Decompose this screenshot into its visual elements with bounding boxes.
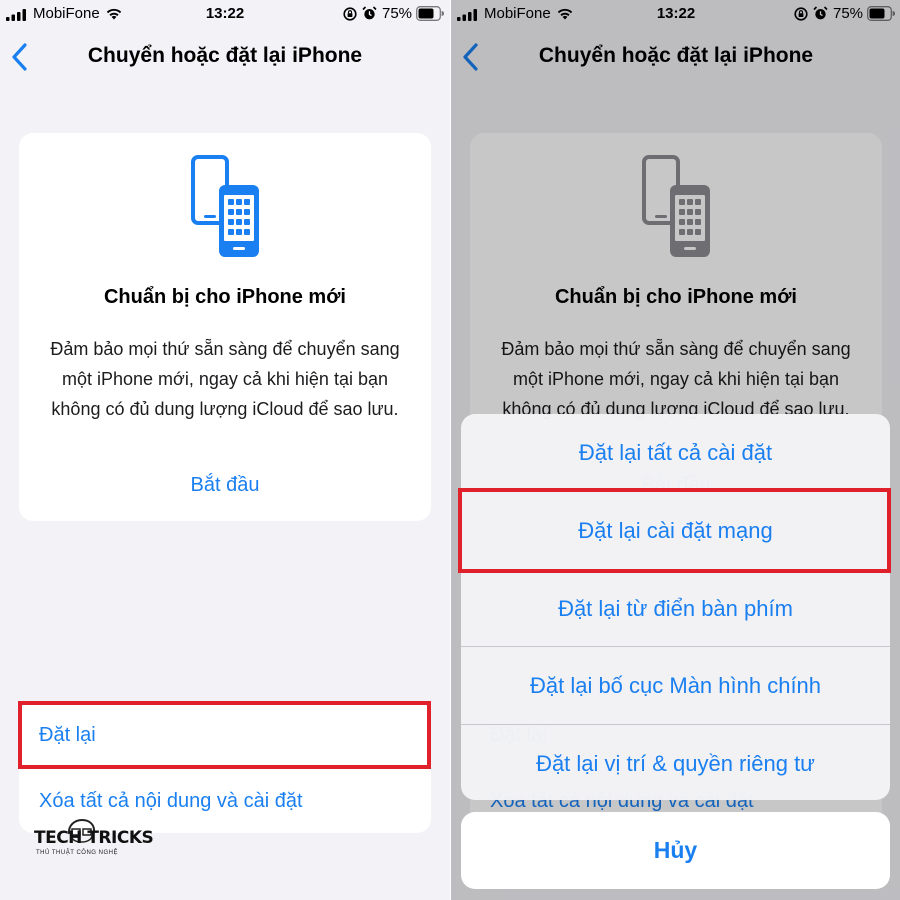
status-bar: MobiFone 13:22 75% bbox=[0, 0, 450, 30]
two-phones-icon bbox=[191, 155, 259, 257]
cellular-signal-icon bbox=[6, 9, 26, 21]
right-screen: MobiFone 13:22 75% Chuyển hoặc đặt lại i… bbox=[451, 0, 900, 900]
page-title: Chuyển hoặc đặt lại iPhone bbox=[87, 44, 363, 67]
reset-item[interactable]: Đặt lại bbox=[19, 702, 431, 768]
battery-percent: 75% bbox=[382, 5, 413, 22]
carrier-name: MobiFone bbox=[33, 5, 100, 22]
card-title: Chuẩn bị cho iPhone mới bbox=[103, 286, 346, 308]
reset-action-sheet: Đặt lại tất cả cài đặt Đặt lại cài đặt m… bbox=[461, 414, 890, 800]
reset-home-screen-layout-option[interactable]: Đặt lại bố cục Màn hình chính bbox=[461, 647, 890, 724]
alarm-icon bbox=[362, 6, 377, 20]
prepare-card: Chuẩn bị cho iPhone mới Đảm bảo mọi thứ … bbox=[19, 133, 431, 521]
left-screen: MobiFone 13:22 75% Chuyển hoặc đặt lại i… bbox=[0, 0, 450, 900]
get-started-button[interactable]: Bắt đầu bbox=[19, 474, 431, 497]
watermark-logo: TECH TRICKS THỦ THUẬT CÔNG NGHỆ bbox=[34, 818, 154, 862]
reset-location-privacy-option[interactable]: Đặt lại vị trí & quyền riêng tư bbox=[461, 725, 890, 800]
reset-options-list: Đặt lại Xóa tất cả nội dung và cài đặt bbox=[19, 702, 431, 833]
watermark-subtitle: THỦ THUẬT CÔNG NGHỆ bbox=[36, 850, 118, 856]
reset-network-settings-option[interactable]: Đặt lại cài đặt mạng bbox=[461, 492, 890, 569]
battery-icon bbox=[416, 6, 444, 21]
rotation-lock-icon bbox=[343, 7, 357, 21]
reset-keyboard-dictionary-option[interactable]: Đặt lại từ điển bàn phím bbox=[461, 570, 890, 647]
watermark-title: TECH TRICKS bbox=[34, 828, 154, 848]
card-description: Đảm bảo mọi thứ sẵn sàng để chuyển sang … bbox=[50, 339, 400, 419]
wifi-icon bbox=[106, 8, 122, 20]
reset-all-settings-option[interactable]: Đặt lại tất cả cài đặt bbox=[461, 414, 890, 491]
cancel-button[interactable]: Hủy bbox=[461, 812, 890, 889]
